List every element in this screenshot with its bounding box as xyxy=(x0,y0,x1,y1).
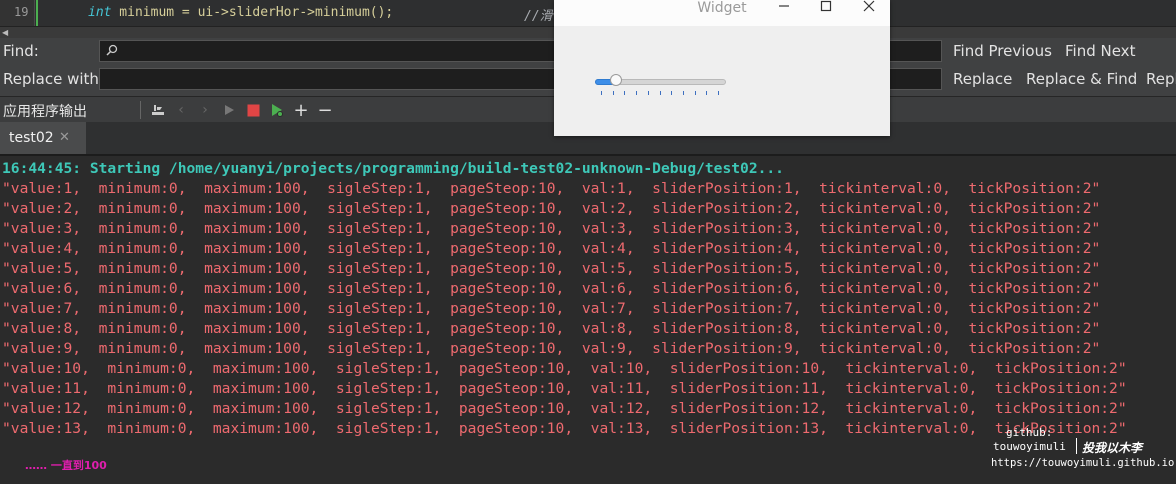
next-icon[interactable]: › xyxy=(195,100,215,120)
output-line: "value:4, minimum:0, maximum:100, sigleS… xyxy=(2,240,1101,257)
slider-tick xyxy=(694,91,696,95)
code-line[interactable]: int minimum = ui->sliderHor->minimum(); xyxy=(88,5,393,20)
debug-run-icon[interactable] xyxy=(267,100,287,120)
slider-tick xyxy=(636,91,638,95)
close-window-icon[interactable] xyxy=(856,0,882,20)
find-previous-button[interactable]: Find Previous xyxy=(953,42,1052,60)
code-text: minimum = ui->sliderHor->minimum(); xyxy=(111,5,394,20)
line-number: 19 xyxy=(14,5,29,19)
output-line: "value:10, minimum:0, maximum:100, sigle… xyxy=(2,360,1127,377)
attach-to-editor-icon[interactable] xyxy=(148,100,168,120)
slider-tick xyxy=(647,91,649,95)
output-line: "value:2, minimum:0, maximum:100, sigleS… xyxy=(2,200,1101,217)
slider-tick xyxy=(706,91,708,95)
watermark-user: touwoyimuli xyxy=(993,440,1066,453)
slider-tick xyxy=(601,91,602,95)
maximize-icon[interactable] xyxy=(813,0,839,20)
slider-tick xyxy=(718,91,719,95)
previous-icon[interactable]: ‹ xyxy=(171,100,191,120)
slider-tick xyxy=(682,91,684,95)
watermark-divider xyxy=(1076,438,1077,454)
widget-window[interactable]: Widget xyxy=(554,0,890,136)
output-line: "value:5, minimum:0, maximum:100, sigleS… xyxy=(2,260,1101,277)
output-line: "value:3, minimum:0, maximum:100, sigleS… xyxy=(2,220,1101,237)
find-label: Find: xyxy=(3,42,39,60)
replace-button[interactable]: Replace xyxy=(953,70,1012,88)
replace-and-find-button[interactable]: Replace & Find xyxy=(1026,70,1137,88)
start-message: 16:44:45: Starting /home/yuanyi/projects… xyxy=(2,160,784,177)
output-pane-title: 应用程序输出 xyxy=(3,104,87,120)
tab-test02[interactable]: test02 ✕ xyxy=(0,122,86,155)
find-next-button[interactable]: Find Next xyxy=(1065,42,1135,60)
replace-label: Replace with: xyxy=(3,70,104,88)
widget-title: Widget xyxy=(697,0,747,16)
toolbar-separator xyxy=(140,101,141,119)
zoom-out-icon[interactable]: − xyxy=(315,100,335,121)
line-number-gutter: 19 xyxy=(0,0,35,26)
search-icon[interactable] xyxy=(106,44,118,56)
code-comment: //滑 xyxy=(524,9,553,24)
output-line: "value:8, minimum:0, maximum:100, sigleS… xyxy=(2,320,1101,337)
watermark-chinese: 投我以木李 xyxy=(1082,441,1143,455)
output-line: "value:7, minimum:0, maximum:100, sigleS… xyxy=(2,300,1101,317)
annotation-note: …… 一直到100 xyxy=(25,459,107,472)
widget-titlebar[interactable]: Widget xyxy=(554,0,890,26)
minimize-icon[interactable] xyxy=(771,0,797,20)
close-icon[interactable]: ✕ xyxy=(59,130,70,145)
output-line: "value:6, minimum:0, maximum:100, sigleS… xyxy=(2,280,1101,297)
zoom-in-icon[interactable]: + xyxy=(291,100,311,121)
slider-tick xyxy=(612,91,614,95)
code-keyword: int xyxy=(88,5,112,20)
tab-divider xyxy=(0,154,1176,156)
output-line: "value:9, minimum:0, maximum:100, sigleS… xyxy=(2,340,1101,357)
change-marker xyxy=(36,0,38,26)
output-line: "value:13, minimum:0, maximum:100, sigle… xyxy=(2,420,1127,437)
watermark: github: touwoyimuli 投我以木李 https://touwoy… xyxy=(990,426,1176,472)
slider-tick xyxy=(624,91,626,95)
output-line: "value:11, minimum:0, maximum:100, sigle… xyxy=(2,380,1127,397)
output-line: "value:12, minimum:0, maximum:100, sigle… xyxy=(2,400,1127,417)
slider-tick xyxy=(671,91,673,95)
output-line: "value:1, minimum:0, maximum:100, sigleS… xyxy=(2,180,1101,197)
watermark-url: https://touwoyimuli.github.io xyxy=(991,457,1175,469)
watermark-github: github: xyxy=(1006,426,1053,439)
run-icon[interactable] xyxy=(219,100,239,120)
slider-tick xyxy=(659,91,661,95)
stop-icon[interactable] xyxy=(243,100,263,120)
tab-label: test02 xyxy=(9,130,54,146)
replace-all-button[interactable]: Repl xyxy=(1146,70,1176,88)
